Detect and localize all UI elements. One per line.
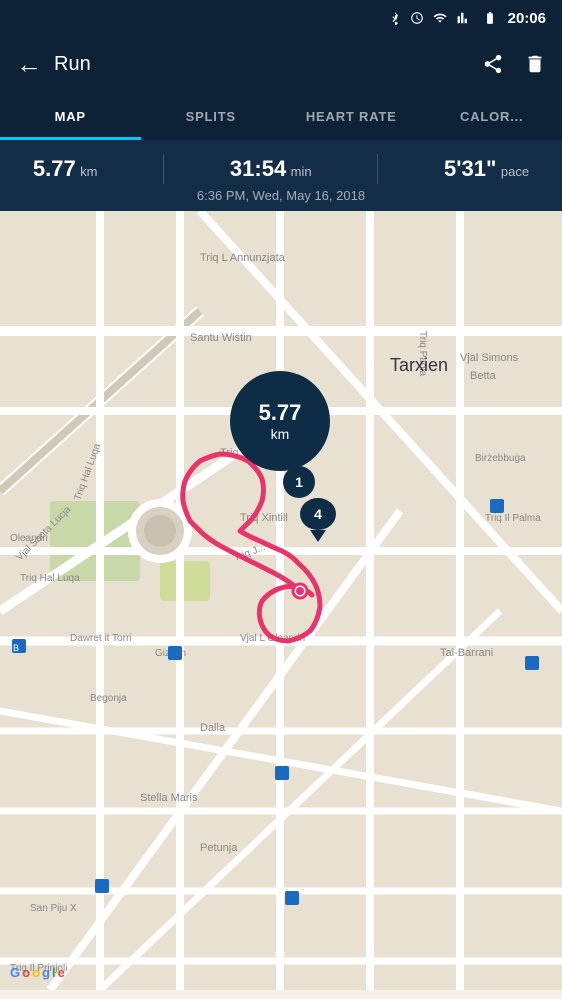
stat-distance: 5.77 km — [33, 156, 98, 182]
page-title: Run — [54, 53, 482, 76]
stat-divider-1 — [163, 154, 164, 184]
stats-bar: 5.77 km 31:54 min 5'31" pace 6:36 PM, We… — [0, 140, 562, 211]
delete-icon[interactable] — [524, 53, 546, 75]
status-time: 20:06 — [508, 10, 546, 27]
tab-map[interactable]: MAP — [0, 92, 141, 140]
header: ← Run — [0, 36, 562, 92]
stats-row: 5.77 km 31:54 min 5'31" pace — [0, 154, 562, 184]
distance-bubble: 5.77 km — [230, 371, 330, 471]
waypoint-4: 4 — [300, 498, 336, 542]
stat-duration: 31:54 min — [230, 156, 312, 182]
signal-icon — [456, 11, 472, 25]
waypoint-pin-tail-4 — [310, 530, 326, 542]
stat-pace: 5'31" pace — [444, 156, 529, 182]
google-logo: Google — [10, 965, 65, 980]
waypoint-pin-circle-4: 4 — [300, 498, 336, 530]
stat-divider-2 — [377, 154, 378, 184]
header-actions — [482, 53, 546, 75]
wifi-icon — [432, 11, 448, 25]
bluetooth-icon — [388, 11, 402, 25]
share-icon[interactable] — [482, 53, 504, 75]
distance-bubble-unit: km — [271, 426, 290, 442]
tab-splits[interactable]: SPLITS — [141, 92, 282, 140]
waypoint-1: 1 — [283, 466, 315, 498]
distance-bubble-value: 5.77 — [259, 400, 302, 426]
stat-date: 6:36 PM, Wed, May 16, 2018 — [0, 188, 562, 203]
status-bar: 20:06 — [0, 0, 562, 36]
route-overlay — [0, 211, 562, 990]
back-button[interactable]: ← — [16, 51, 42, 77]
tab-heart-rate[interactable]: HEART RATE — [281, 92, 422, 140]
tab-bar: MAP SPLITS HEART RATE CALOR... — [0, 92, 562, 140]
battery-icon — [480, 11, 500, 25]
map-container[interactable]: Triq L Annunzjata Santu Wistin Triq It T… — [0, 211, 562, 990]
status-icons: 20:06 — [388, 10, 546, 27]
alarm-icon — [410, 11, 424, 25]
tab-calories[interactable]: CALOR... — [422, 92, 562, 140]
